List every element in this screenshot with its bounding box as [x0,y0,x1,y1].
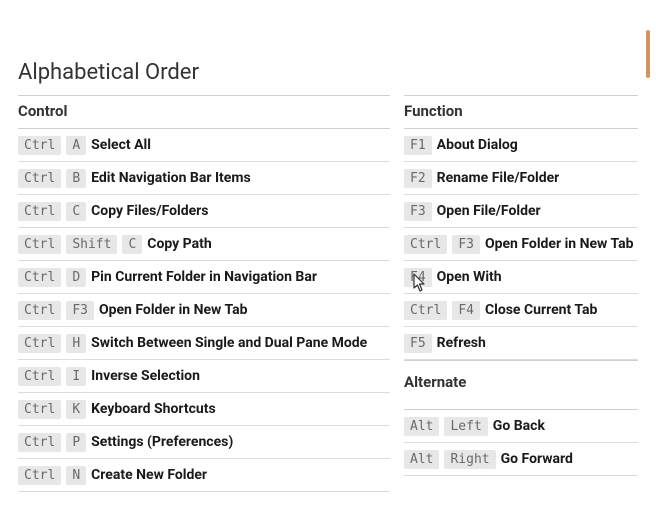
page-title: Alphabetical Order [18,60,638,85]
shortcut-label: Edit Navigation Bar Items [91,170,251,186]
shortcut-label: Rename File/Folder [437,170,560,186]
shortcut-row: Ctrl F4 Close Current Tab [404,294,638,327]
keycap: D [66,268,86,287]
shortcut-row: Ctrl F3 Open Folder in New Tab [18,294,390,327]
shortcut-row: Ctrl K Keyboard Shortcuts [18,393,390,426]
shortcut-row: Ctrl A Select All [18,129,390,162]
shortcut-row: Ctrl N Create New Folder [18,459,390,492]
function-column: Function F1 About Dialog F2 Rename File/Fol… [404,95,638,492]
keycap: C [122,235,142,254]
keycap: Ctrl [18,268,61,287]
shortcut-label: Open File/Folder [437,203,541,219]
keycap: F3 [66,301,94,320]
keycap: H [66,334,86,353]
keycap: Alt [404,450,439,469]
shortcut-label: Select All [91,137,151,153]
keycap: Ctrl [18,334,61,353]
keycap: Ctrl [18,367,61,386]
keycap: Ctrl [404,235,447,254]
keycap: Ctrl [18,136,61,155]
keycap: P [66,433,86,452]
shortcut-row: F3 Open File/Folder [404,195,638,228]
keycap: F4 [404,268,432,287]
keycap: B [66,169,86,188]
keycap: F3 [404,202,432,221]
keycap: Ctrl [18,202,61,221]
keycap: Ctrl [404,301,447,320]
shortcut-label: Refresh [437,335,486,351]
shortcut-label: Copy Files/Folders [91,203,208,219]
shortcut-row: Ctrl C Copy Files/Folders [18,195,390,228]
shortcut-label: Settings (Preferences) [91,434,233,450]
shortcut-row: Alt Left Go Back [404,410,638,443]
shortcut-row: Ctrl I Inverse Selection [18,360,390,393]
shortcut-row: F1 About Dialog [404,129,638,162]
shortcut-row: Alt Right Go Forward [404,443,638,476]
keycap: F1 [404,136,432,155]
function-list: F1 About Dialog F2 Rename File/Folder F3 Open… [404,129,638,360]
keycap: Ctrl [18,466,61,485]
keycap: Ctrl [18,433,61,452]
keycap: Left [444,417,487,436]
keycap: Right [444,450,495,469]
keycap: N [66,466,86,485]
shortcut-row: F2 Rename File/Folder [404,162,638,195]
shortcut-row: Ctrl P Settings (Preferences) [18,426,390,459]
shortcut-label: Go Back [493,418,545,434]
alternate-subheader: Alternate [404,360,638,410]
shortcut-label: About Dialog [437,137,518,153]
scrollbar-thumb[interactable] [646,30,650,78]
shortcut-label: Open With [437,269,502,285]
page: Alphabetical Order Control Ctrl A Select A… [0,0,656,514]
shortcut-label: Go Forward [501,451,573,467]
shortcut-row: Ctrl F3 Open Folder in New Tab [404,228,638,261]
keycap: Ctrl [18,400,61,419]
shortcut-label: Close Current Tab [485,302,597,318]
shortcut-row: F5 Refresh [404,327,638,360]
shortcut-label: Pin Current Folder in Navigation Bar [91,269,317,285]
control-list: Ctrl A Select All Ctrl B Edit Navigation Bar … [18,129,390,492]
shortcut-row: Ctrl B Edit Navigation Bar Items [18,162,390,195]
keycap: F3 [452,235,480,254]
keycap: F2 [404,169,432,188]
keycap: Ctrl [18,301,61,320]
shortcut-row: Ctrl D Pin Current Folder in Navigation Ba… [18,261,390,294]
keycap: F5 [404,334,432,353]
shortcut-row: Ctrl Shift C Copy Path [18,228,390,261]
keycap: K [66,400,86,419]
keycap: Ctrl [18,169,61,188]
shortcut-label: Keyboard Shortcuts [91,401,216,417]
shortcut-label: Create New Folder [91,467,207,483]
keycap: Ctrl [18,235,61,254]
function-column-header: Function [404,95,638,129]
keycap: I [66,367,86,386]
control-column-header: Control [18,95,390,129]
shortcut-label: Open Folder in New Tab [485,236,634,252]
shortcut-label: Open Folder in New Tab [99,302,248,318]
control-column: Control Ctrl A Select All Ctrl B Edit Navigat… [18,95,390,492]
keycap: F4 [452,301,480,320]
keycap: Shift [66,235,117,254]
keycap: C [66,202,86,221]
shortcut-label: Inverse Selection [91,368,200,384]
shortcut-label: Switch Between Single and Dual Pane Mode [91,335,367,351]
shortcut-row: F4 Open With [404,261,638,294]
alternate-list: Alt Left Go Back Alt Right Go Forward [404,410,638,476]
keycap: Alt [404,417,439,436]
shortcut-label: Copy Path [147,236,211,252]
keycap: A [66,136,86,155]
columns: Control Ctrl A Select All Ctrl B Edit Navigat… [18,95,638,492]
shortcut-row: Ctrl H Switch Between Single and Dual Pane… [18,327,390,360]
